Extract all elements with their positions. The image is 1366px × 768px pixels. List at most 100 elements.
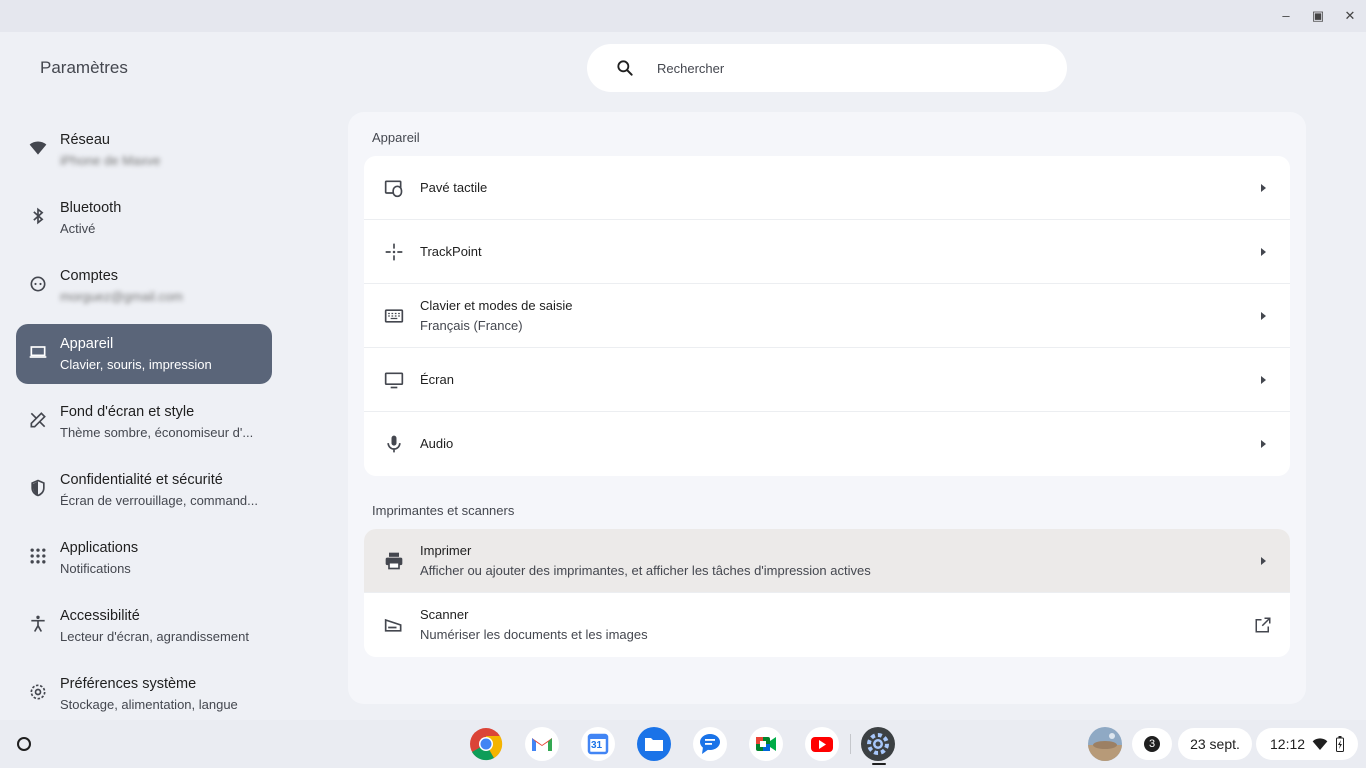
sidebar-item-accessibility[interactable]: Accessibilité Lecteur d'écran, agrandiss… [16, 596, 272, 656]
chevron-right-icon [1261, 440, 1266, 448]
notification-counter[interactable]: 3 [1132, 728, 1172, 760]
keyboard-icon [384, 309, 404, 323]
settings-window: – ▣ ✕ Paramètres Réseau iPhone de Maxve … [0, 0, 1366, 720]
row-touchpad[interactable]: Pavé tactile [364, 156, 1290, 220]
search-icon [617, 60, 633, 76]
wifi-status-icon [1312, 738, 1328, 750]
title-bar: – ▣ ✕ [0, 0, 1366, 32]
search-input[interactable] [657, 44, 1037, 92]
row-display[interactable]: Écran [364, 348, 1290, 412]
sidebar-item-accounts[interactable]: Comptes morguez@gmail.com [16, 256, 272, 316]
chevron-right-icon [1261, 248, 1266, 256]
brush-icon [30, 412, 46, 428]
sidebar-item-label: Confidentialité et sécurité [60, 472, 223, 488]
scanner-icon [384, 618, 402, 632]
sidebar-item-sub: iPhone de Maxve [60, 153, 161, 168]
chrome-icon[interactable] [469, 727, 503, 761]
sidebar-item-sub: Écran de verrouillage, command... [60, 493, 258, 508]
files-icon[interactable] [637, 727, 671, 761]
row-label: Imprimer [420, 543, 472, 558]
notification-count: 3 [1144, 736, 1160, 752]
app-title: Paramètres [40, 58, 128, 77]
messages-icon[interactable] [693, 727, 727, 761]
open-external-icon [1255, 617, 1271, 633]
date-button[interactable]: 23 sept. [1178, 728, 1252, 760]
calendar-day: 31 [591, 740, 603, 751]
row-label: Audio [420, 436, 454, 451]
row-scanner[interactable]: Scanner Numériser les documents et les i… [364, 593, 1290, 657]
sidebar-item-system[interactable]: Préférences système Stockage, alimentati… [16, 664, 272, 724]
sidebar-item-device[interactable]: Appareil Clavier, souris, impression [16, 324, 272, 384]
row-label: Écran [420, 372, 454, 387]
row-label: Clavier et modes de saisie [420, 298, 573, 313]
launcher-button[interactable] [8, 728, 40, 760]
chevron-right-icon [1261, 557, 1266, 565]
row-label: Pavé tactile [420, 180, 488, 195]
row-label: Scanner [420, 607, 469, 622]
sidebar-item-label: Préférences système [60, 676, 197, 692]
row-label: TrackPoint [420, 244, 482, 259]
accessibility-icon [31, 615, 45, 632]
close-button[interactable]: ✕ [1342, 8, 1358, 24]
settings-icon[interactable] [861, 727, 895, 761]
meet-icon[interactable] [749, 727, 783, 761]
sidebar-item-label: Bluetooth [60, 200, 122, 216]
bluetooth-icon [33, 207, 44, 225]
avatar[interactable] [1088, 727, 1122, 761]
active-app-indicator [872, 763, 886, 765]
restore-button[interactable]: ▣ [1310, 8, 1326, 24]
search-box[interactable] [587, 44, 1067, 92]
calendar-icon[interactable]: 31 [581, 727, 615, 761]
sidebar-item-privacy[interactable]: Confidentialité et sécurité Écran de ver… [16, 460, 272, 520]
sidebar-item-network[interactable]: Réseau iPhone de Maxve [16, 120, 272, 180]
row-sub: Afficher ou ajouter des imprimantes, et … [420, 563, 871, 578]
minimize-button[interactable]: – [1278, 8, 1294, 24]
sidebar-item-apps[interactable]: Applications Notifications [16, 528, 272, 588]
sidebar-item-sub: Lecteur d'écran, agrandissement [60, 629, 249, 644]
apps-grid-icon [30, 548, 46, 564]
chevron-right-icon [1261, 312, 1266, 320]
row-print[interactable]: Imprimer Afficher ou ajouter des imprima… [364, 529, 1290, 593]
sidebar-nav: Réseau iPhone de Maxve Bluetooth Activé … [16, 120, 272, 732]
laptop-icon [29, 346, 47, 358]
status-area[interactable]: 12:12 [1256, 728, 1358, 760]
section-title-printers: Imprimantes et scanners [372, 503, 515, 518]
account-icon [30, 276, 46, 292]
sidebar-item-label: Comptes [60, 268, 119, 284]
monitor-icon [384, 372, 404, 389]
main-content: Appareil Pavé tactile TrackPoint Clavier… [348, 112, 1306, 704]
youtube-icon[interactable] [805, 727, 839, 761]
gmail-icon[interactable] [525, 727, 559, 761]
shield-icon [31, 479, 45, 497]
row-trackpoint[interactable]: TrackPoint [364, 220, 1290, 284]
row-sub: Numériser les documents et les images [420, 627, 648, 642]
sidebar-item-bluetooth[interactable]: Bluetooth Activé [16, 188, 272, 248]
trackpoint-icon [385, 243, 403, 261]
shelf-divider [850, 734, 851, 754]
gear-icon [30, 684, 46, 700]
sidebar-item-label: Appareil [60, 336, 114, 352]
wifi-icon [29, 141, 47, 155]
clock: 12:12 [1270, 736, 1306, 752]
sidebar-item-sub: Thème sombre, économiseur d'... [60, 425, 254, 440]
battery-icon [1336, 736, 1344, 752]
row-audio[interactable]: Audio [364, 412, 1290, 476]
section-title-device: Appareil [372, 130, 420, 145]
sidebar-item-sub: Activé [60, 221, 96, 236]
chevron-right-icon [1261, 376, 1266, 384]
sidebar-item-sub: morguez@gmail.com [60, 289, 184, 304]
sidebar-item-sub: Stockage, alimentation, langue [60, 697, 238, 712]
row-sub: Français (France) [420, 318, 523, 333]
sidebar-item-label: Fond d'écran et style [60, 404, 195, 420]
device-card: Pavé tactile TrackPoint Clavier et modes… [364, 156, 1290, 476]
touchpad-icon [384, 180, 403, 198]
sidebar-item-wallpaper[interactable]: Fond d'écran et style Thème sombre, écon… [16, 392, 272, 452]
sidebar-item-sub: Notifications [60, 561, 131, 576]
microphone-icon [387, 435, 401, 453]
sidebar-item-label: Applications [60, 540, 139, 556]
sidebar-item-sub: Clavier, souris, impression [60, 357, 212, 372]
printer-icon [385, 552, 403, 570]
sidebar-item-label: Accessibilité [60, 608, 140, 624]
row-keyboard[interactable]: Clavier et modes de saisie Français (Fra… [364, 284, 1290, 348]
chevron-right-icon [1261, 184, 1266, 192]
